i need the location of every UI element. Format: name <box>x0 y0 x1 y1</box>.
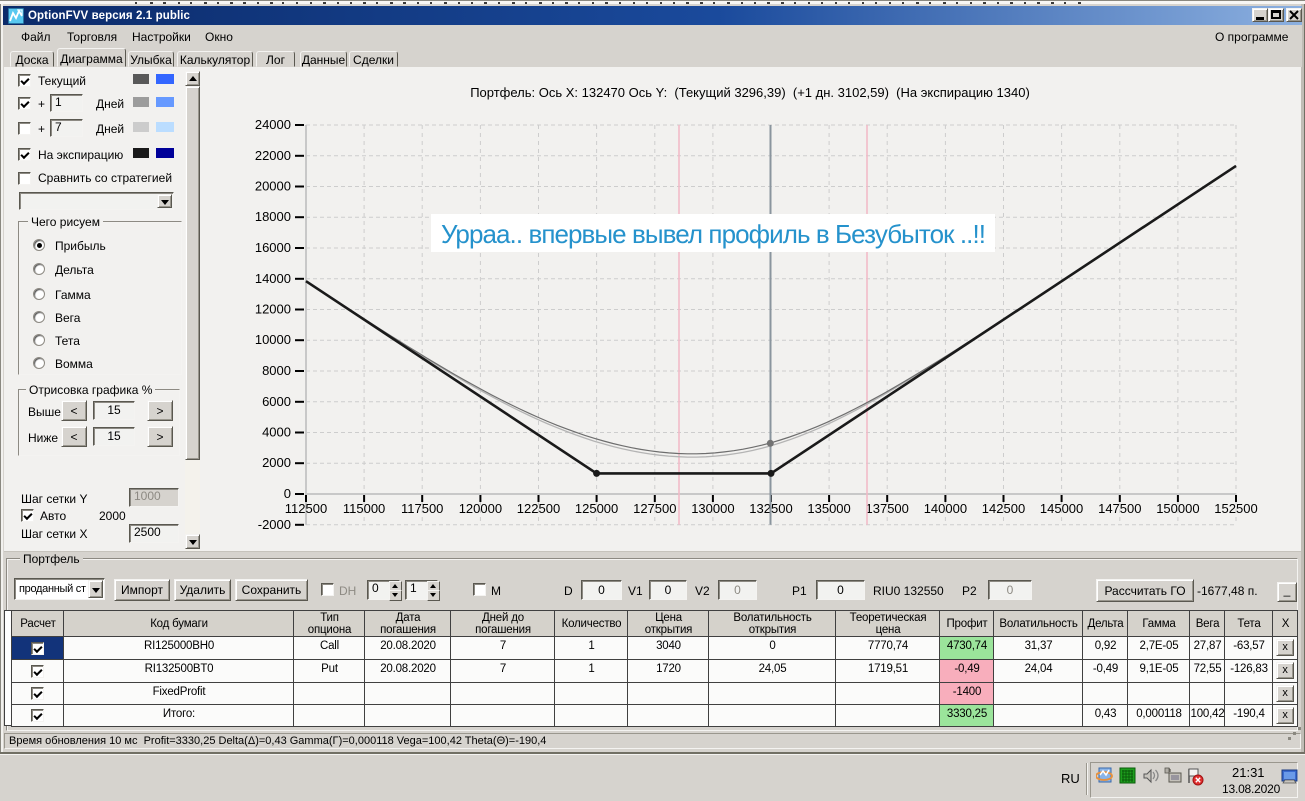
svg-text:Портфель: Ось X: 132470 Ось Y:: Портфель: Ось X: 132470 Ось Y: (Текущий … <box>470 85 1030 100</box>
svg-text:115000: 115000 <box>343 501 385 516</box>
svg-text:14000: 14000 <box>255 271 291 286</box>
svg-text:10000: 10000 <box>255 332 291 347</box>
svg-text:122500: 122500 <box>517 501 560 516</box>
svg-text:125000: 125000 <box>575 501 618 516</box>
svg-text:150000: 150000 <box>1156 501 1199 516</box>
svg-text:8000: 8000 <box>262 363 291 378</box>
svg-text:0: 0 <box>284 486 291 501</box>
svg-text:137500: 137500 <box>866 501 909 516</box>
svg-text:140000: 140000 <box>924 501 967 516</box>
svg-text:117500: 117500 <box>401 501 443 516</box>
svg-text:12000: 12000 <box>255 302 291 317</box>
svg-text:16000: 16000 <box>255 240 291 255</box>
svg-text:6000: 6000 <box>262 394 291 409</box>
svg-text:18000: 18000 <box>255 209 291 224</box>
svg-text:142500: 142500 <box>982 501 1025 516</box>
svg-text:22000: 22000 <box>255 148 291 163</box>
svg-text:130000: 130000 <box>691 501 734 516</box>
svg-text:20000: 20000 <box>255 179 291 194</box>
svg-text:120000: 120000 <box>459 501 502 516</box>
svg-text:-2000: -2000 <box>258 517 291 532</box>
svg-text:2000: 2000 <box>262 455 291 470</box>
svg-text:24000: 24000 <box>255 117 291 132</box>
svg-text:Урраа.. впервые вывел профиль: Урраа.. впервые вывел профиль в Безубыто… <box>441 219 986 249</box>
svg-text:147500: 147500 <box>1098 501 1141 516</box>
svg-text:112500: 112500 <box>285 501 327 516</box>
svg-text:127500: 127500 <box>633 501 676 516</box>
svg-text:4000: 4000 <box>262 425 291 440</box>
svg-text:145000: 145000 <box>1040 501 1083 516</box>
svg-text:152500: 152500 <box>1214 501 1257 516</box>
svg-text:135000: 135000 <box>807 501 850 516</box>
